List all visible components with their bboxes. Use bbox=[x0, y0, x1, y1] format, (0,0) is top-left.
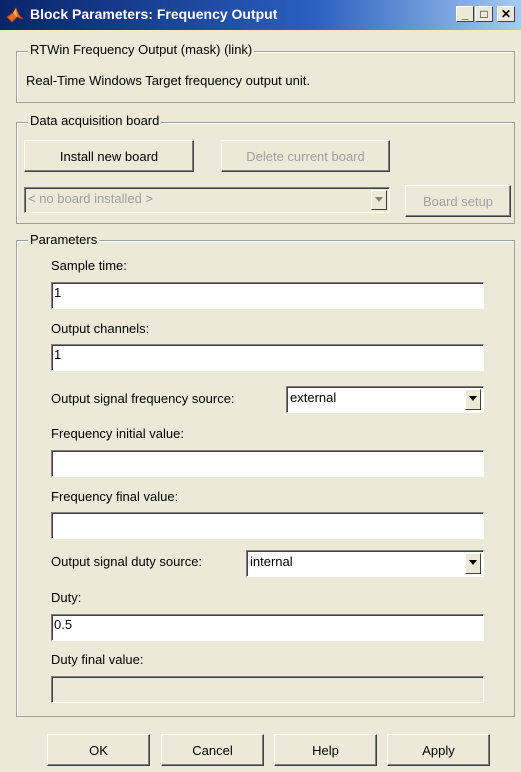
maximize-button[interactable]: □ bbox=[475, 6, 493, 22]
matlab-logo-icon bbox=[6, 6, 24, 24]
sample-time-input[interactable]: 1 bbox=[51, 282, 484, 309]
cancel-button[interactable]: Cancel bbox=[161, 734, 264, 766]
duty-source-label: Output signal duty source: bbox=[51, 554, 203, 569]
install-board-button[interactable]: Install new board bbox=[24, 140, 194, 172]
description-text: Real-Time Windows Target frequency outpu… bbox=[26, 73, 310, 88]
freq-final-input[interactable] bbox=[51, 512, 484, 539]
freq-final-label: Frequency final value: bbox=[51, 489, 179, 504]
freq-source-label: Output signal frequency source: bbox=[51, 391, 235, 406]
freq-source-value: external bbox=[290, 390, 337, 405]
description-legend: RTWin Frequency Output (mask) (link) bbox=[28, 42, 255, 57]
duty-final-label: Duty final value: bbox=[51, 652, 144, 667]
board-setup-button[interactable]: Board setup bbox=[405, 185, 511, 217]
delete-board-button[interactable]: Delete current board bbox=[221, 140, 390, 172]
freq-initial-input[interactable] bbox=[51, 450, 484, 477]
daq-legend: Data acquisition board bbox=[28, 113, 162, 128]
help-button[interactable]: Help bbox=[274, 734, 377, 766]
apply-button[interactable]: Apply bbox=[387, 734, 490, 766]
freq-initial-label: Frequency initial value: bbox=[51, 426, 184, 441]
freq-source-select[interactable]: external bbox=[286, 386, 484, 413]
parameters-legend: Parameters bbox=[28, 232, 100, 247]
duty-final-input[interactable] bbox=[51, 676, 484, 703]
duty-source-value: internal bbox=[250, 554, 293, 569]
title-bar[interactable]: Block Parameters: Frequency Output _ □ ✕ bbox=[0, 0, 521, 30]
output-channels-input[interactable]: 1 bbox=[51, 344, 484, 371]
duty-source-select[interactable]: internal bbox=[246, 550, 484, 577]
board-select-value: < no board installed > bbox=[28, 191, 154, 206]
chevron-down-icon[interactable] bbox=[465, 553, 481, 574]
minimize-button[interactable]: _ bbox=[456, 6, 474, 22]
window-title: Block Parameters: Frequency Output bbox=[30, 6, 278, 22]
duty-input[interactable]: 0.5 bbox=[51, 614, 484, 641]
close-button[interactable]: ✕ bbox=[497, 6, 515, 22]
board-select[interactable]: < no board installed > bbox=[24, 187, 390, 213]
ok-button[interactable]: OK bbox=[47, 734, 150, 766]
parameters-group bbox=[16, 240, 515, 717]
output-channels-label: Output channels: bbox=[51, 321, 150, 336]
sample-time-label: Sample time: bbox=[51, 258, 127, 273]
duty-label: Duty: bbox=[51, 590, 82, 605]
chevron-down-icon[interactable] bbox=[371, 190, 387, 210]
chevron-down-icon[interactable] bbox=[465, 389, 481, 410]
